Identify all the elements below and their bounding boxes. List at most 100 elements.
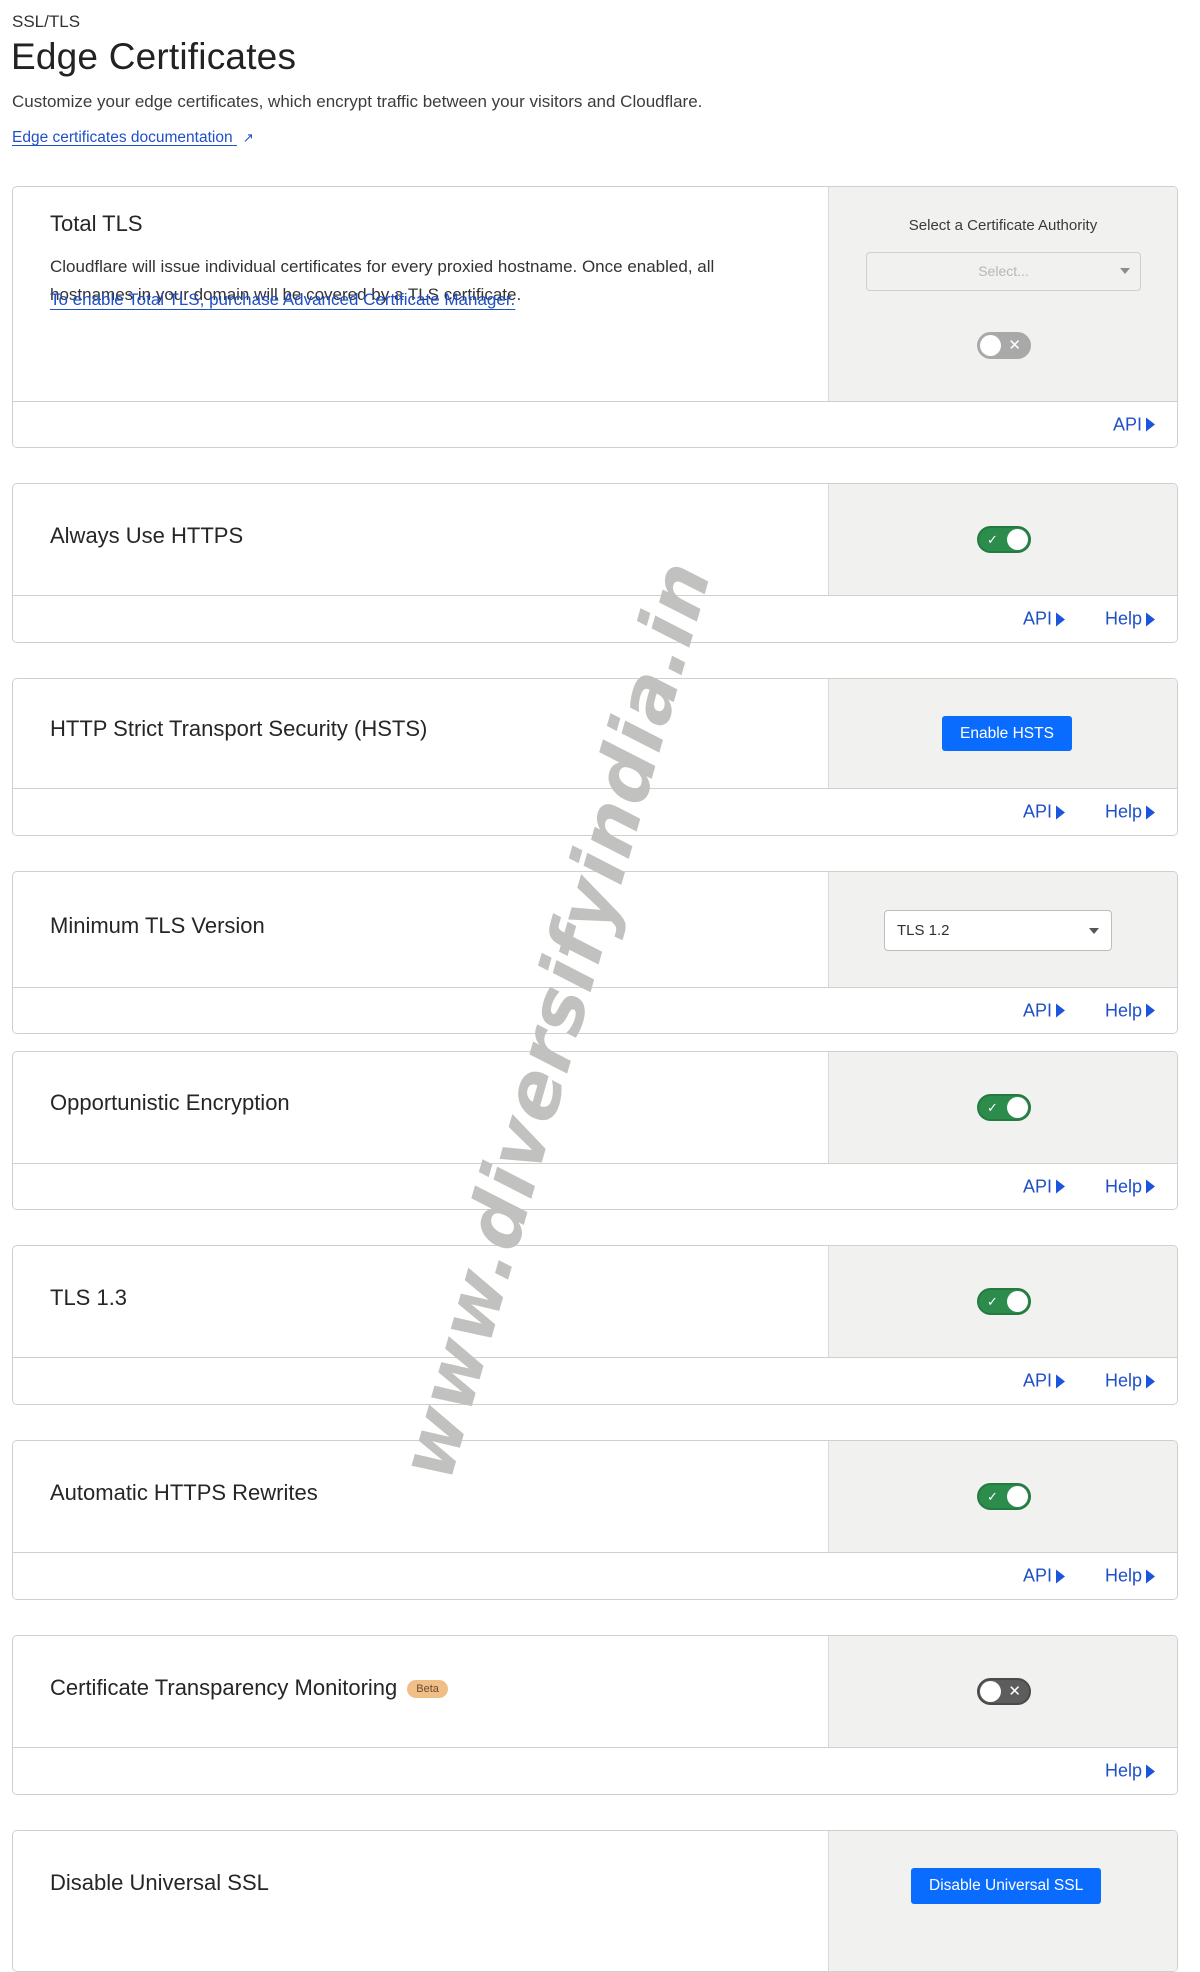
card-footer: API Help bbox=[13, 1552, 1177, 1599]
card-control-panel: TLS 1.2 bbox=[828, 872, 1177, 987]
help-link[interactable]: Help bbox=[1105, 802, 1155, 823]
card-control-panel: ✓ bbox=[828, 1441, 1177, 1552]
card-footer: API Help bbox=[13, 987, 1177, 1033]
card-always-use-https: Always Use HTTPS ✓ API Help bbox=[12, 483, 1178, 643]
card-main: Automatic HTTPS Rewrites bbox=[13, 1441, 828, 1552]
chevron-down-icon bbox=[1120, 268, 1130, 274]
api-link[interactable]: API bbox=[1023, 1566, 1065, 1587]
toggle-knob bbox=[1007, 1291, 1028, 1312]
api-link[interactable]: API bbox=[1023, 609, 1065, 630]
help-link-label: Help bbox=[1104, 1370, 1142, 1391]
caret-right-icon bbox=[1146, 805, 1155, 819]
card-tls-1-3: TLS 1.3 ✓ API Help bbox=[12, 1245, 1178, 1405]
help-link[interactable]: Help bbox=[1105, 1176, 1155, 1197]
api-link[interactable]: API bbox=[1023, 1371, 1065, 1392]
api-link-label: API bbox=[1022, 1176, 1052, 1196]
card-title: Always Use HTTPS bbox=[50, 523, 244, 548]
api-link[interactable]: API bbox=[1023, 802, 1065, 823]
api-link-label: API bbox=[1022, 1565, 1052, 1586]
card-main: Minimum TLS Version bbox=[13, 872, 828, 987]
card-title: HTTP Strict Transport Security (HSTS) bbox=[50, 716, 428, 741]
card-control-panel: ✓ bbox=[828, 1246, 1177, 1357]
purchase-acm-link[interactable]: To enable Total TLS, purchase Advanced C… bbox=[50, 290, 515, 310]
card-main: Disable Universal SSL bbox=[13, 1831, 828, 1971]
card-opportunistic-encryption: Opportunistic Encryption ✓ API Help bbox=[12, 1051, 1178, 1210]
cross-icon: ✕ bbox=[1008, 1683, 1021, 1700]
card-title: Disable Universal SSL bbox=[50, 1870, 269, 1895]
card-control-panel: ✓ bbox=[828, 484, 1177, 595]
api-link[interactable]: API bbox=[1023, 1176, 1065, 1197]
caret-right-icon bbox=[1055, 1569, 1065, 1583]
help-link[interactable]: Help bbox=[1105, 609, 1155, 630]
help-link-label: Help bbox=[1104, 1760, 1142, 1781]
caret-right-icon bbox=[1146, 612, 1155, 626]
api-link-label: API bbox=[1022, 801, 1052, 822]
api-link[interactable]: API bbox=[1113, 414, 1155, 435]
caret-right-icon bbox=[1055, 612, 1065, 626]
check-icon: ✓ bbox=[987, 1489, 998, 1504]
card-total-tls: Total TLS Cloudflare will issue individu… bbox=[12, 186, 1178, 448]
total-tls-toggle[interactable]: ✕ bbox=[977, 332, 1031, 359]
card-main: Opportunistic Encryption bbox=[13, 1052, 828, 1163]
opportunistic-encryption-toggle[interactable]: ✓ bbox=[977, 1094, 1031, 1121]
card-footer: Help bbox=[13, 1747, 1177, 1794]
card-title: Automatic HTTPS Rewrites bbox=[50, 1480, 318, 1505]
api-link-label: API bbox=[1112, 414, 1142, 434]
card-main: Certificate Transparency Monitoring Beta bbox=[13, 1636, 828, 1747]
card-hsts: HTTP Strict Transport Security (HSTS) En… bbox=[12, 678, 1178, 836]
caret-right-icon bbox=[1146, 1764, 1155, 1778]
page-title: Edge Certificates bbox=[11, 36, 297, 77]
api-link[interactable]: API bbox=[1023, 1000, 1065, 1021]
card-title: Total TLS bbox=[50, 211, 143, 236]
minimum-tls-selected-value: TLS 1.2 bbox=[897, 922, 950, 939]
card-control-panel: Enable HSTS bbox=[828, 679, 1177, 788]
caret-right-icon bbox=[1146, 1179, 1155, 1194]
check-icon: ✓ bbox=[987, 1294, 998, 1309]
card-main: HTTP Strict Transport Security (HSTS) bbox=[13, 679, 828, 788]
toggle-knob bbox=[980, 335, 1001, 356]
enable-hsts-button[interactable]: Enable HSTS bbox=[942, 716, 1072, 751]
card-control-panel: ✓ bbox=[828, 1052, 1177, 1163]
card-minimum-tls-version: Minimum TLS Version TLS 1.2 API Help bbox=[12, 871, 1178, 1034]
card-main: Total TLS Cloudflare will issue individu… bbox=[13, 187, 828, 401]
card-footer: API Help bbox=[13, 1357, 1177, 1404]
caret-right-icon bbox=[1055, 1003, 1065, 1018]
help-link[interactable]: Help bbox=[1105, 1566, 1155, 1587]
caret-right-icon bbox=[1146, 1003, 1155, 1018]
card-footer: API Help bbox=[13, 788, 1177, 835]
toggle-knob bbox=[980, 1681, 1001, 1702]
certificate-authority-select[interactable]: Select... bbox=[866, 252, 1141, 291]
documentation-link[interactable]: Edge certificates documentation ↗ bbox=[12, 129, 254, 147]
help-link[interactable]: Help bbox=[1105, 1000, 1155, 1021]
card-control-panel: Disable Universal SSL bbox=[828, 1831, 1177, 1971]
ca-select-placeholder: Select... bbox=[978, 263, 1029, 279]
card-disable-universal-ssl: Disable Universal SSL Disable Universal … bbox=[12, 1830, 1178, 1972]
api-link-label: API bbox=[1022, 608, 1052, 629]
toggle-knob bbox=[1007, 1486, 1028, 1507]
chevron-down-icon bbox=[1089, 928, 1099, 934]
minimum-tls-select[interactable]: TLS 1.2 bbox=[884, 910, 1112, 951]
caret-right-icon bbox=[1055, 1179, 1065, 1194]
card-title: TLS 1.3 bbox=[50, 1285, 128, 1310]
check-icon: ✓ bbox=[987, 1100, 998, 1115]
card-title: Opportunistic Encryption bbox=[50, 1090, 290, 1115]
help-link-label: Help bbox=[1104, 1176, 1142, 1196]
caret-right-icon bbox=[1146, 417, 1155, 432]
caret-right-icon bbox=[1146, 1569, 1155, 1583]
help-link[interactable]: Help bbox=[1105, 1761, 1155, 1782]
documentation-link-label: Edge certificates documentation bbox=[12, 129, 233, 146]
certificate-transparency-toggle[interactable]: ✕ bbox=[977, 1678, 1031, 1705]
caret-right-icon bbox=[1055, 805, 1065, 819]
always-use-https-toggle[interactable]: ✓ bbox=[977, 526, 1031, 553]
automatic-https-rewrites-toggle[interactable]: ✓ bbox=[977, 1483, 1031, 1510]
check-icon: ✓ bbox=[987, 532, 998, 547]
api-link-label: API bbox=[1022, 1370, 1052, 1391]
help-link-label: Help bbox=[1104, 608, 1142, 629]
help-link[interactable]: Help bbox=[1105, 1371, 1155, 1392]
tls-1-3-toggle[interactable]: ✓ bbox=[977, 1288, 1031, 1315]
card-title-text: Certificate Transparency Monitoring bbox=[50, 1675, 398, 1700]
ca-label: Select a Certificate Authority bbox=[908, 217, 1098, 234]
card-main: Always Use HTTPS bbox=[13, 484, 828, 595]
disable-universal-ssl-button[interactable]: Disable Universal SSL bbox=[911, 1868, 1102, 1904]
help-link-label: Help bbox=[1104, 1565, 1142, 1586]
